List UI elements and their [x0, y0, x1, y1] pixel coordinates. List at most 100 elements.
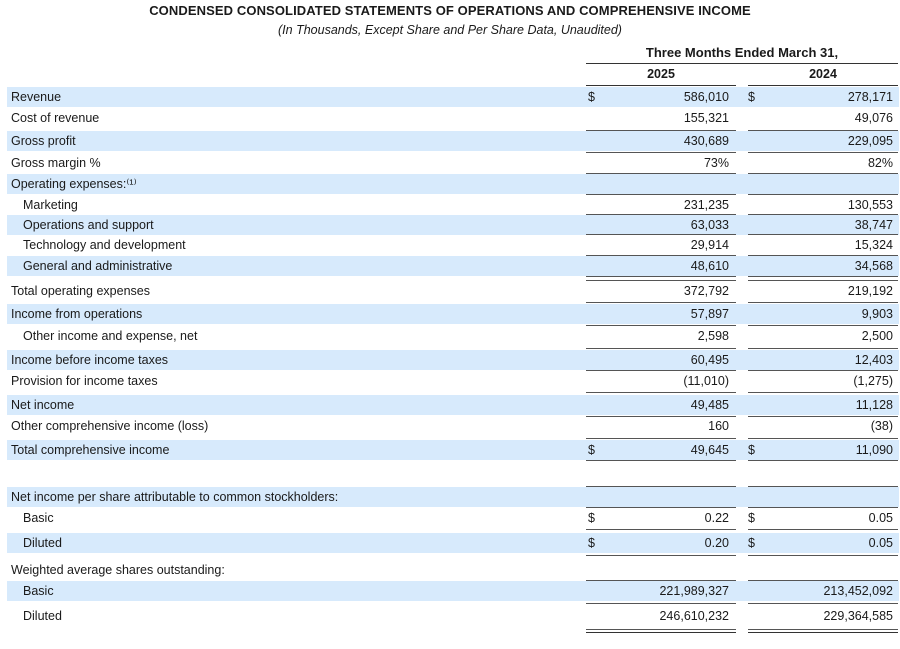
total-rule-double	[586, 632, 736, 633]
value-2024: 12,403	[854, 353, 893, 367]
value-2024: (38)	[870, 419, 893, 433]
cell-rule	[586, 234, 736, 235]
table-row: Cost of revenue 155,321 49,076	[7, 108, 899, 128]
currency-symbol-2025: $	[588, 90, 595, 104]
value-2024: 11,128	[855, 398, 893, 412]
total-rule-double	[748, 632, 898, 633]
value-2025: 155,321	[683, 111, 729, 125]
currency-symbol-2025: $	[588, 443, 595, 457]
cell-rule	[586, 280, 736, 281]
value-2025: 586,010	[683, 90, 729, 104]
row-label: Other comprehensive income (loss)	[11, 419, 209, 433]
table-row: Operating expenses:⁽¹⁾	[7, 174, 899, 194]
currency-symbol-2024: $	[748, 536, 755, 550]
row-label: Basic	[23, 511, 54, 525]
value-2024: 82%	[867, 156, 893, 170]
cell-rule	[586, 555, 736, 556]
table-row: Total operating expenses 372,792 219,192	[7, 281, 899, 301]
value-2024: 34,568	[854, 259, 893, 273]
cell-rule	[748, 234, 898, 235]
table-row: Technology and development 29,914 15,324	[7, 235, 899, 255]
income-statement-table: Revenue $ $586,010 278,171 Cost of revenue 15…	[0, 0, 900, 649]
row-label: Weighted average shares outstanding:	[11, 563, 225, 577]
value-2025: 73%	[703, 156, 729, 170]
row-label: Basic	[23, 584, 54, 598]
table-row: Gross profit 430,689 229,095	[7, 131, 899, 151]
row-label: Cost of revenue	[11, 111, 100, 125]
value-2024: 0.05	[868, 536, 893, 550]
value-2024: 38,747	[854, 218, 893, 232]
cell-rule	[586, 438, 736, 439]
row-label: Revenue	[11, 90, 62, 104]
value-2025: 246,610,232	[659, 609, 729, 623]
row-label: Technology and development	[23, 238, 186, 252]
value-2025: 2,598	[697, 329, 729, 343]
cell-rule	[748, 152, 898, 153]
value-2025: (11,010)	[683, 374, 729, 388]
table-row: Marketing 231,235 130,553	[7, 195, 899, 215]
cell-rule	[748, 302, 898, 303]
value-2025: 372,792	[683, 284, 729, 298]
table-row: Net income per share attributable to com…	[7, 487, 899, 507]
cell-rule	[748, 392, 898, 393]
cell-rule	[748, 194, 898, 195]
table-row: Income from operations 57,897 9,903	[7, 304, 899, 324]
currency-symbol-2025: $	[588, 511, 595, 525]
table-row: Gross margin % 73% 82%	[7, 153, 899, 173]
value-2025: 49,645	[690, 443, 729, 457]
cell-rule	[586, 302, 736, 303]
cell-rule	[586, 580, 736, 581]
table-row: Other income and expense, net 2,598 2,500	[7, 326, 899, 346]
table-row: Provision for income taxes (11,010) (1,275…	[7, 371, 899, 391]
cell-rule	[586, 130, 736, 131]
value-2025: 430,689	[683, 134, 729, 148]
cell-rule	[748, 325, 898, 326]
cell-rule	[748, 603, 898, 604]
cell-rule	[586, 603, 736, 604]
cell-rule	[586, 416, 736, 417]
cell-rule	[586, 276, 736, 277]
row-label: Gross profit	[11, 134, 76, 148]
cell-rule	[586, 507, 736, 508]
currency-symbol-2024: $	[748, 511, 755, 525]
cell-rule	[586, 194, 736, 195]
value-2024: (1,275)	[853, 374, 893, 388]
cell-rule	[748, 529, 898, 530]
value-2024: 0.05	[868, 511, 893, 525]
value-2025: 231,235	[683, 198, 729, 212]
cell-rule	[748, 173, 898, 174]
cell-rule	[748, 580, 898, 581]
cell-rule	[586, 173, 736, 174]
total-rule	[586, 629, 736, 630]
row-label: Other income and expense, net	[23, 329, 198, 343]
currency-symbol-2024: $	[748, 90, 755, 104]
cell-rule	[586, 214, 736, 215]
cell-rule	[586, 325, 736, 326]
value-2025: 60,495	[690, 353, 729, 367]
row-label: Gross margin %	[11, 156, 101, 170]
table-row: Operations and support 63,033 38,747	[7, 215, 899, 235]
cell-rule	[586, 370, 736, 371]
row-label: Diluted	[23, 609, 62, 623]
cell-rule	[586, 529, 736, 530]
cell-rule	[748, 555, 898, 556]
value-2024: 2,500	[861, 329, 893, 343]
table-row: Weighted average shares outstanding:	[7, 560, 899, 580]
row-label: Net income	[11, 398, 75, 412]
cell-rule	[748, 214, 898, 215]
cell-rule	[748, 486, 898, 487]
table-row: Total comprehensive income $ $49,645 11,090	[7, 440, 899, 460]
value-2024: 15,324	[854, 238, 893, 252]
row-label: Operating expenses:⁽¹⁾	[11, 177, 137, 191]
row-label: Marketing	[23, 198, 78, 212]
cell-rule	[748, 460, 898, 461]
table-row: Net income 49,485 11,128	[7, 395, 899, 415]
cell-rule	[748, 370, 898, 371]
row-label: Total comprehensive income	[11, 443, 170, 457]
value-2025: 0.22	[704, 511, 729, 525]
value-2024: 9,903	[861, 307, 893, 321]
value-2024: 11,090	[855, 443, 893, 457]
cell-rule	[586, 348, 736, 349]
cell-rule	[748, 507, 898, 508]
value-2024: 229,095	[847, 134, 893, 148]
